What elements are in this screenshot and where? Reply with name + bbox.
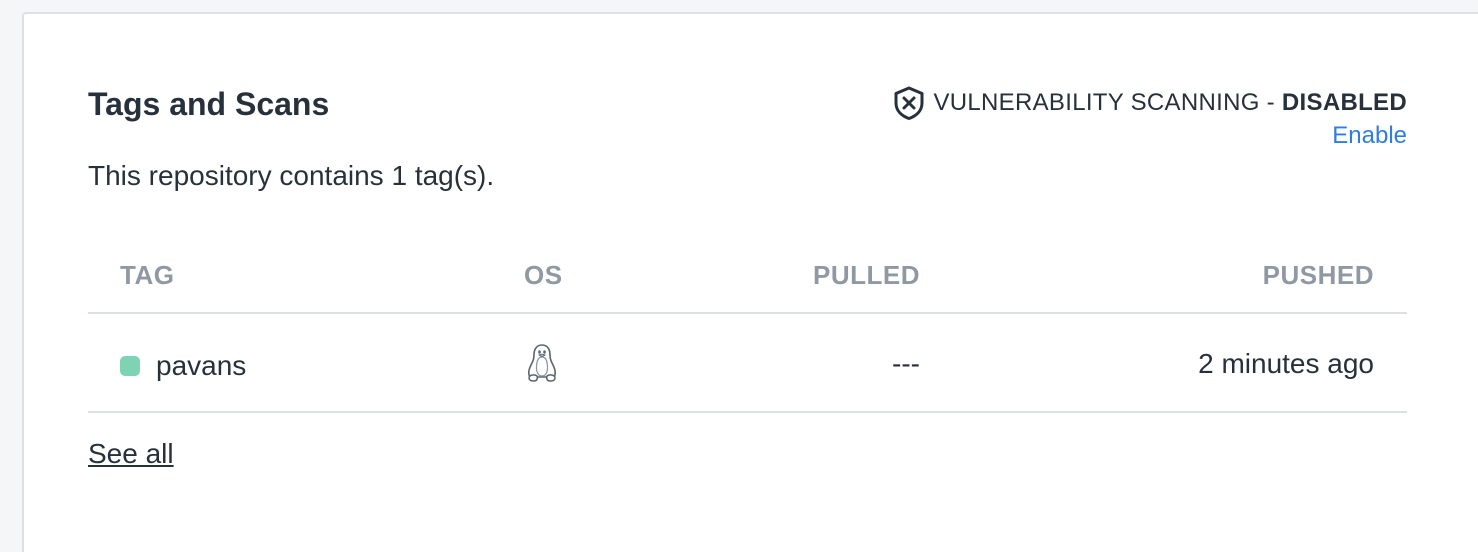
scanning-label: VULNERABILITY SCANNING - — [933, 89, 1282, 116]
linux-penguin-icon — [527, 344, 557, 382]
pulled-value: --- — [892, 348, 920, 379]
section-title: Tags and Scans — [88, 86, 330, 122]
scanning-status-badge: DISABLED — [1281, 89, 1407, 116]
tag-status-indicator — [120, 356, 140, 376]
column-header-pushed[interactable]: PUSHED — [1263, 258, 1374, 292]
shield-x-icon — [894, 86, 924, 120]
tag-count-description: This repository contains 1 tag(s). — [88, 160, 495, 191]
column-header-os[interactable]: OS — [524, 258, 563, 292]
scanning-status-line: VULNERABILITY SCANNING - DISABLED — [893, 86, 1407, 120]
table-row[interactable]: pavans --- 2 minutes ago — [88, 314, 1407, 413]
pushed-value: 2 minutes ago — [1198, 348, 1374, 379]
tag-name[interactable]: pavans — [156, 348, 246, 384]
table-header: TAG OS PULLED PUSHED — [88, 240, 1407, 314]
tags-table: TAG OS PULLED PUSHED pavans --- 2 minute… — [88, 240, 1407, 413]
tags-and-scans-card: Tags and Scans VULNERABILITY SCANNING - … — [22, 12, 1478, 552]
column-header-tag[interactable]: TAG — [120, 258, 174, 292]
vulnerability-scanning-status: VULNERABILITY SCANNING - DISABLED Enable — [893, 86, 1407, 151]
enable-scanning-link[interactable]: Enable — [893, 121, 1407, 151]
see-all-link[interactable]: See all — [88, 436, 174, 472]
column-header-pulled[interactable]: PULLED — [813, 258, 920, 292]
